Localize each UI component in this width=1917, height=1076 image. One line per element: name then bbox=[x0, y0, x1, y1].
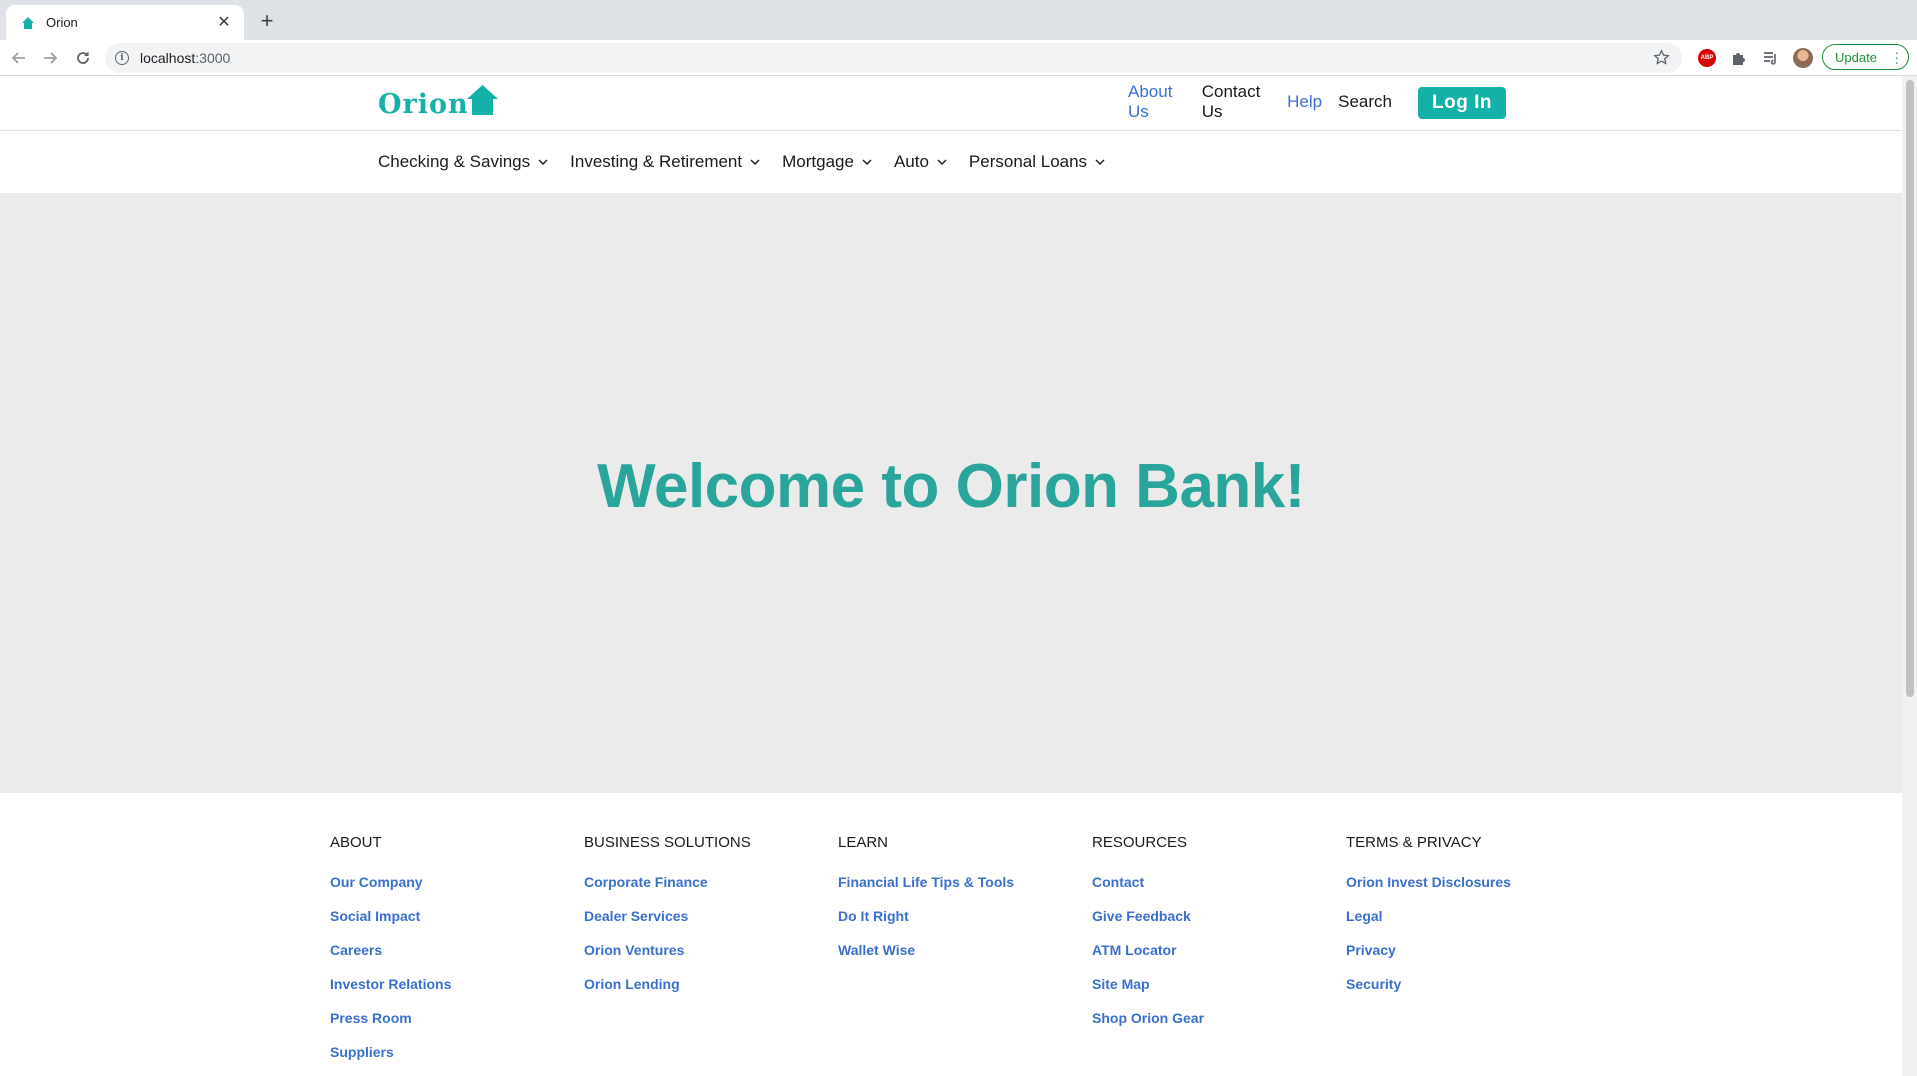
footer-link-legal[interactable]: Legal bbox=[1346, 899, 1586, 933]
top-nav: About Us Contact Us Help Search bbox=[1128, 82, 1408, 121]
site-header: Orion About Us Contact Us Help Search Lo… bbox=[0, 76, 1902, 131]
menu-label: Auto bbox=[893, 152, 929, 171]
menu-label: Mortgage bbox=[782, 152, 854, 171]
footer-link-privacy[interactable]: Privacy bbox=[1346, 933, 1586, 967]
new-tab-icon[interactable]: + bbox=[254, 8, 280, 34]
reading-list-icon[interactable] bbox=[1762, 49, 1780, 67]
profile-avatar[interactable] bbox=[1793, 48, 1813, 68]
chevron-down-icon bbox=[538, 159, 548, 165]
footer-link-our-company[interactable]: Our Company bbox=[330, 865, 570, 899]
menu-label: Personal Loans bbox=[968, 152, 1088, 171]
footer-link-investor-relations[interactable]: Investor Relations bbox=[330, 967, 570, 1001]
nav-help[interactable]: Help bbox=[1287, 92, 1322, 112]
orion-logo[interactable]: Orion bbox=[378, 85, 498, 120]
footer-link-give-feedback[interactable]: Give Feedback bbox=[1092, 899, 1332, 933]
extensions-puzzle-icon[interactable] bbox=[1730, 49, 1748, 67]
footer-column-about: ABOUT Our Company Social Impact Careers … bbox=[330, 833, 570, 1069]
footer-link-orion-ventures[interactable]: Orion Ventures bbox=[584, 933, 824, 967]
browser-update-button[interactable]: Update · · · bbox=[1822, 44, 1909, 70]
nav-contact-us[interactable]: Contact Us bbox=[1202, 82, 1271, 122]
bookmark-star-icon[interactable] bbox=[1653, 49, 1670, 71]
chevron-down-icon bbox=[1095, 159, 1105, 165]
footer-link-financial-life-tips[interactable]: Financial Life Tips & Tools bbox=[838, 865, 1078, 899]
hero-banner: Welcome to Orion Bank! bbox=[0, 193, 1902, 793]
chevron-down-icon bbox=[937, 159, 947, 165]
footer-heading: TERMS & PRIVACY bbox=[1346, 834, 1482, 851]
footer-link-press-room[interactable]: Press Room bbox=[330, 1001, 570, 1035]
logo-text: Orion bbox=[378, 89, 469, 120]
footer-heading: BUSINESS SOLUTIONS bbox=[584, 834, 751, 851]
scrollbar-thumb[interactable] bbox=[1906, 80, 1914, 697]
footer-link-do-it-right[interactable]: Do It Right bbox=[838, 899, 1078, 933]
menu-personal-loans[interactable]: Personal Loans bbox=[969, 152, 1105, 172]
page-scrollbar[interactable] bbox=[1902, 76, 1917, 1076]
footer-link-shop-orion-gear[interactable]: Shop Orion Gear bbox=[1092, 1001, 1332, 1035]
footer-heading: LEARN bbox=[838, 834, 889, 851]
footer-link-orion-invest-disclosures[interactable]: Orion Invest Disclosures bbox=[1346, 865, 1586, 899]
page-viewport: Orion About Us Contact Us Help Search Lo… bbox=[0, 76, 1902, 1076]
house-logo-icon bbox=[466, 85, 498, 120]
menu-investing-retirement[interactable]: Investing & Retirement bbox=[570, 152, 760, 172]
footer-column-learn: LEARN Financial Life Tips & Tools Do It … bbox=[838, 833, 1078, 967]
menu-dots-icon: · · · bbox=[1894, 45, 1899, 70]
footer-link-careers[interactable]: Careers bbox=[330, 933, 570, 967]
footer-link-orion-lending[interactable]: Orion Lending bbox=[584, 967, 824, 1001]
site-info-icon[interactable]: i bbox=[115, 51, 129, 65]
menu-checking-savings[interactable]: Checking & Savings bbox=[378, 152, 548, 172]
footer-heading: RESOURCES bbox=[1092, 834, 1188, 851]
forward-arrow-icon[interactable] bbox=[37, 45, 63, 71]
close-tab-icon[interactable]: ✕ bbox=[214, 14, 234, 31]
house-favicon-icon bbox=[20, 15, 36, 31]
browser-toolbar: i localhost:3000 ABP Update · · · bbox=[0, 40, 1917, 76]
nav-about-us[interactable]: About Us bbox=[1128, 82, 1186, 122]
browser-tab[interactable]: Orion ✕ bbox=[6, 5, 244, 40]
adblock-extension-icon[interactable]: ABP bbox=[1698, 49, 1716, 67]
login-button[interactable]: Log In bbox=[1418, 87, 1506, 119]
footer-link-atm-locator[interactable]: ATM Locator bbox=[1092, 933, 1332, 967]
back-arrow-icon[interactable] bbox=[6, 45, 32, 71]
menu-label: Checking & Savings bbox=[378, 152, 531, 171]
address-bar[interactable]: i localhost:3000 bbox=[105, 43, 1682, 73]
footer-column-business-solutions: BUSINESS SOLUTIONS Corporate Finance Dea… bbox=[584, 833, 824, 1001]
chevron-down-icon bbox=[862, 159, 872, 165]
url-text[interactable]: localhost:3000 bbox=[140, 50, 230, 66]
menu-label: Investing & Retirement bbox=[570, 152, 743, 171]
reload-icon[interactable] bbox=[70, 45, 96, 71]
footer-column-resources: RESOURCES Contact Give Feedback ATM Loca… bbox=[1092, 833, 1332, 1035]
hero-title: Welcome to Orion Bank! bbox=[597, 451, 1305, 521]
menu-mortgage[interactable]: Mortgage bbox=[782, 152, 872, 172]
footer-link-social-impact[interactable]: Social Impact bbox=[330, 899, 570, 933]
nav-search[interactable]: Search bbox=[1338, 92, 1392, 112]
site-footer: ABOUT Our Company Social Impact Careers … bbox=[0, 793, 1902, 1076]
chevron-down-icon bbox=[750, 159, 760, 165]
footer-link-security[interactable]: Security bbox=[1346, 967, 1586, 1001]
footer-link-site-map[interactable]: Site Map bbox=[1092, 967, 1332, 1001]
footer-link-wallet-wise[interactable]: Wallet Wise bbox=[838, 933, 1078, 967]
footer-link-contact[interactable]: Contact bbox=[1092, 865, 1332, 899]
update-label: Update bbox=[1835, 49, 1877, 65]
footer-link-corporate-finance[interactable]: Corporate Finance bbox=[584, 865, 824, 899]
url-port: :3000 bbox=[195, 50, 231, 66]
menu-auto[interactable]: Auto bbox=[894, 152, 947, 172]
url-host: localhost bbox=[140, 50, 196, 66]
browser-tab-strip: Orion ✕ + bbox=[0, 0, 1917, 40]
footer-link-suppliers[interactable]: Suppliers bbox=[330, 1035, 570, 1069]
footer-link-dealer-services[interactable]: Dealer Services bbox=[584, 899, 824, 933]
tab-title: Orion bbox=[46, 15, 78, 30]
footer-column-terms-privacy: TERMS & PRIVACY Orion Invest Disclosures… bbox=[1346, 833, 1586, 1001]
product-menu: Checking & Savings Investing & Retiremen… bbox=[378, 131, 1127, 193]
footer-heading: ABOUT bbox=[330, 834, 382, 851]
